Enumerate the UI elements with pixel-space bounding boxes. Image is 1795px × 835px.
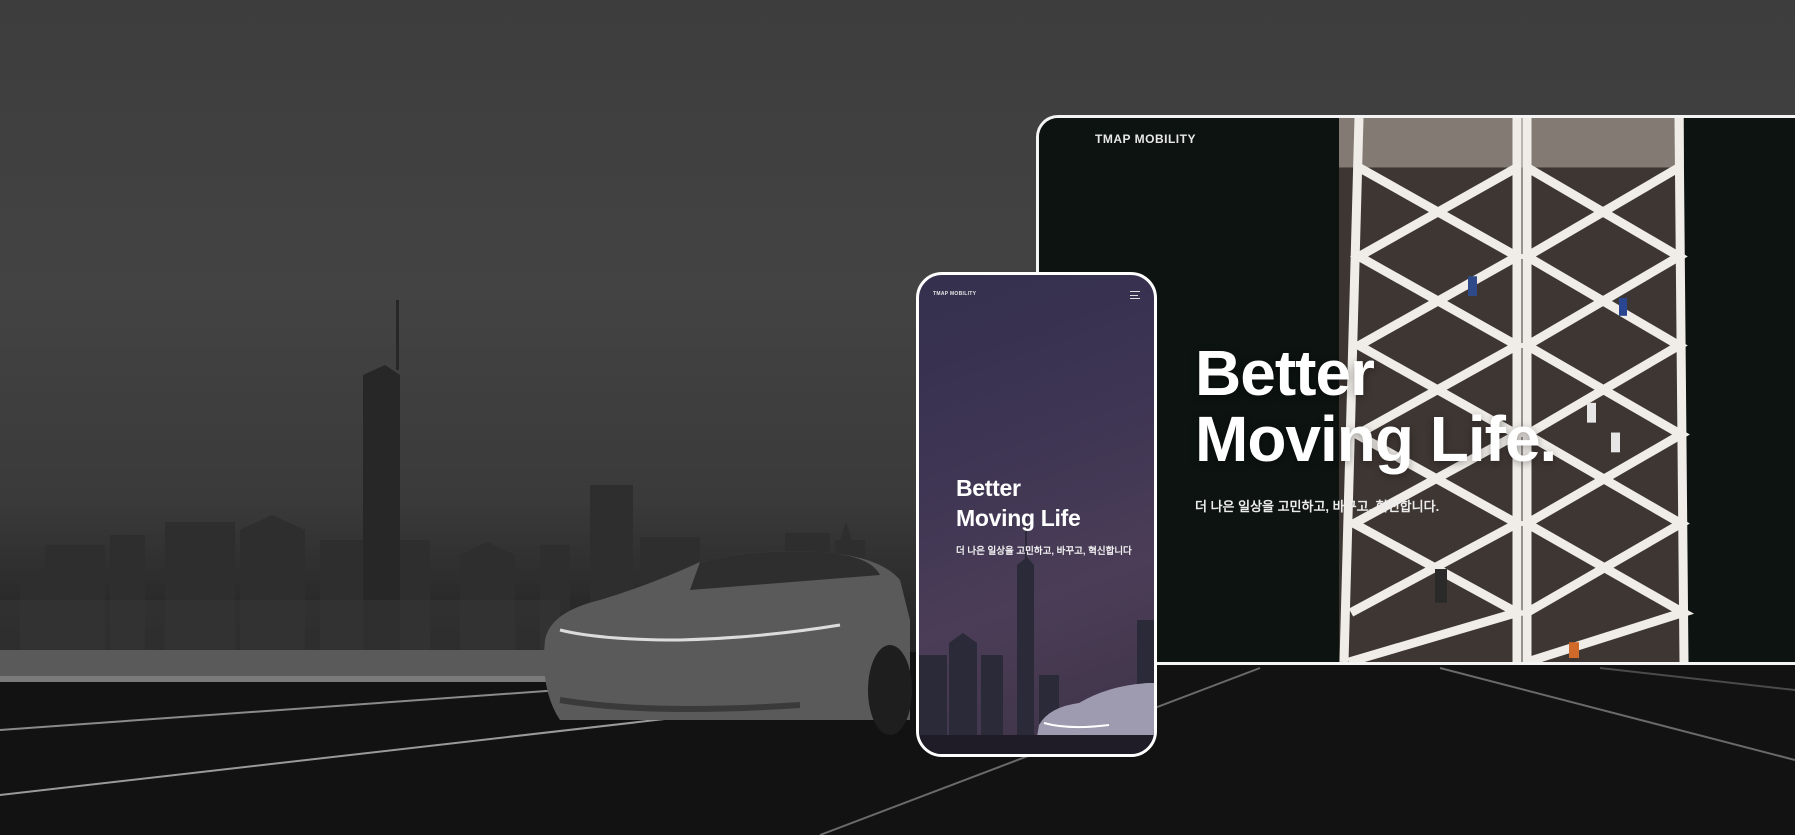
desktop-headline-line1: Better [1195, 337, 1375, 409]
menu-line [1130, 294, 1138, 296]
mobile-headline-line1: Better [956, 475, 1021, 501]
hero-stage: TMAP MOBILITY Better Moving Life. 더 나은 일… [0, 0, 1795, 835]
mobile-logo[interactable]: TMAP MOBILITY [933, 291, 976, 297]
menu-line [1130, 298, 1140, 299]
desktop-headline: Better Moving Life. [1195, 337, 1557, 475]
desktop-logo[interactable]: TMAP MOBILITY [1095, 132, 1196, 146]
mobile-screen-mockup: TMAP MOBILITY Better Moving Life 더 나은 일상… [916, 272, 1157, 757]
mobile-subtitle: 더 나은 일상을 고민하고, 바꾸고, 혁신합니다 [956, 546, 1132, 557]
menu-line [1130, 291, 1140, 292]
mobile-headline-line2: Moving Life [956, 505, 1081, 531]
desktop-subtitle: 더 나은 일상을 고민하고, 바꾸고, 혁신합니다. [1195, 499, 1440, 514]
mobile-headline: Better Moving Life [956, 473, 1081, 533]
hamburger-menu-icon[interactable] [1130, 289, 1142, 301]
desktop-headline-line2: Moving Life. [1195, 403, 1557, 475]
